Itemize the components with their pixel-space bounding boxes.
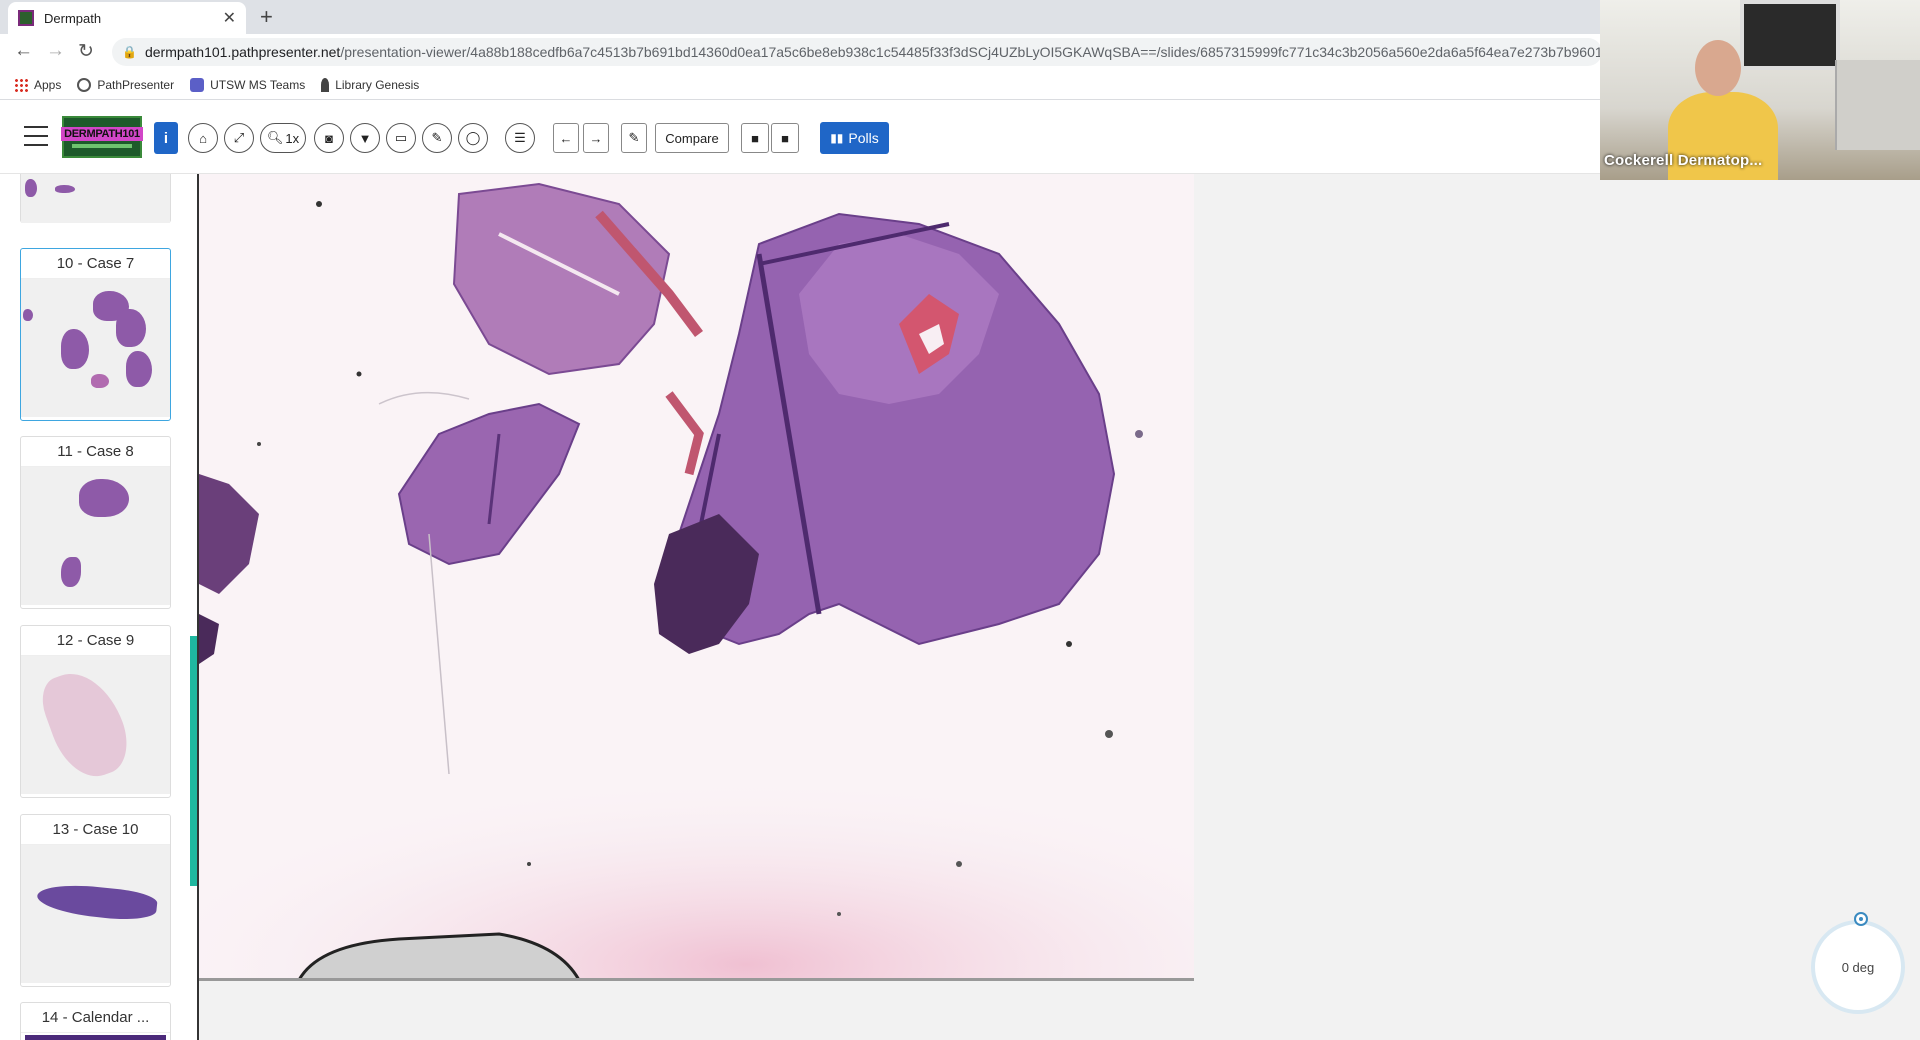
bookmark-label: UTSW MS Teams (210, 77, 306, 92)
previous-slide-icon[interactable]: ← (553, 123, 579, 153)
bookmark-label: Library Genesis (335, 77, 420, 92)
close-tab-icon[interactable]: ✕ (223, 8, 236, 28)
url-host: dermpath101.pathpresenter.net (144, 44, 341, 60)
camera-icon[interactable]: ◙ (314, 123, 344, 153)
logo-text: DERMPATH101 (61, 126, 143, 141)
filter-icon[interactable]: ▼ (350, 123, 380, 153)
apps-grid-icon (14, 77, 28, 92)
monitor-icon[interactable]: ▭ (386, 123, 416, 153)
pathpresenter-icon (77, 77, 92, 92)
new-tab-icon[interactable]: + (260, 4, 273, 30)
dermpath-favicon-icon (18, 10, 34, 26)
polls-label: Polls (848, 130, 879, 146)
back-icon[interactable]: ← (14, 40, 33, 62)
zoom-button[interactable]: 🔍︎ 1x (260, 123, 306, 153)
thumbnail-label: 13 - Case 10 (21, 815, 170, 845)
list-icon[interactable]: ☰ (505, 123, 535, 153)
compare-button[interactable]: Compare (655, 123, 729, 153)
bookmark-label: PathPresenter (97, 77, 175, 92)
zoom-icon: 🔍︎ (266, 130, 284, 145)
reload-icon[interactable]: ↻ (78, 40, 94, 63)
browser-tab[interactable]: Dermpath ✕ (8, 2, 246, 34)
slide-thumbnail-case-7[interactable]: 10 - Case 7 (20, 248, 171, 421)
thumbnail-image (21, 656, 170, 794)
url-path: /presentation-viewer/4a88b188cedfb6a7c45… (340, 44, 1602, 60)
lock-icon: 🔒 (122, 45, 137, 59)
slide-viewer[interactable] (199, 174, 1920, 1040)
info-button[interactable]: i (154, 122, 178, 154)
tab-title: Dermpath (44, 10, 102, 26)
stop-icon[interactable]: ■ (771, 123, 799, 153)
bookmark-label: Apps (34, 77, 62, 92)
lasso-icon[interactable]: ◯ (458, 123, 488, 153)
next-slide-icon[interactable]: → (583, 123, 609, 153)
participant-name: Cockerell Dermatop... (1604, 152, 1763, 169)
slide-thumbnail-case-8[interactable]: 11 - Case 8 (20, 436, 171, 609)
teams-icon (190, 77, 205, 92)
thumbnail-label: 14 - Calendar ... (21, 1003, 170, 1033)
slide-thumbnail-sidebar[interactable]: 10 - Case 7 11 - Case 8 12 - Case 9 13 -… (0, 174, 198, 1040)
url-field[interactable]: 🔒 dermpath101.pathpresenter.net /present… (112, 38, 1602, 66)
rotation-handle-icon[interactable] (1854, 912, 1868, 926)
fullscreen-icon[interactable]: ⤢ (224, 123, 254, 153)
slide-edge (199, 978, 1194, 981)
slide-thumbnail-calendar[interactable]: 14 - Calendar ... (20, 1002, 171, 1040)
thumbnail-image (21, 845, 170, 983)
rotation-value: 0 deg (1841, 959, 1875, 975)
bookmark-pathpresenter[interactable]: PathPresenter (77, 77, 175, 92)
slide-thumbnail[interactable] (20, 174, 171, 223)
thumbnail-label: 12 - Case 9 (21, 626, 170, 656)
rotation-dial[interactable]: 0 deg (1811, 920, 1905, 1014)
dermpath101-logo: DERMPATH101 (61, 116, 143, 158)
bookmark-library-genesis[interactable]: Library Genesis (321, 77, 420, 92)
bookmark-apps[interactable]: Apps (14, 77, 62, 92)
zoom-level: 1x (285, 130, 300, 146)
pen-icon[interactable]: ✎ (422, 123, 452, 153)
thumbnail-label: 10 - Case 7 (21, 249, 170, 279)
thumbnail-image (21, 467, 170, 605)
tissue-section (199, 174, 1194, 980)
library-icon (321, 77, 330, 92)
home-icon[interactable]: ⌂ (188, 123, 218, 153)
bar-chart-icon: ▮▮ (830, 131, 844, 145)
attachment-icon[interactable]: ✎ (621, 123, 647, 153)
video-record-icon[interactable]: ■ (741, 123, 769, 153)
slide-thumbnail-case-10[interactable]: 13 - Case 10 (20, 814, 171, 987)
slide-thumbnail-case-9[interactable]: 12 - Case 9 (20, 625, 171, 798)
slide-image[interactable] (199, 174, 1194, 980)
menu-icon[interactable] (24, 126, 48, 146)
forward-icon[interactable]: → (46, 40, 65, 62)
thumbnail-label: 11 - Case 8 (21, 437, 170, 467)
thumbnail-image (21, 279, 170, 417)
participant-video[interactable]: Cockerell Dermatop... (1600, 0, 1920, 180)
polls-button[interactable]: ▮▮ Polls (820, 122, 889, 154)
bookmark-utsw-teams[interactable]: UTSW MS Teams (190, 77, 306, 92)
